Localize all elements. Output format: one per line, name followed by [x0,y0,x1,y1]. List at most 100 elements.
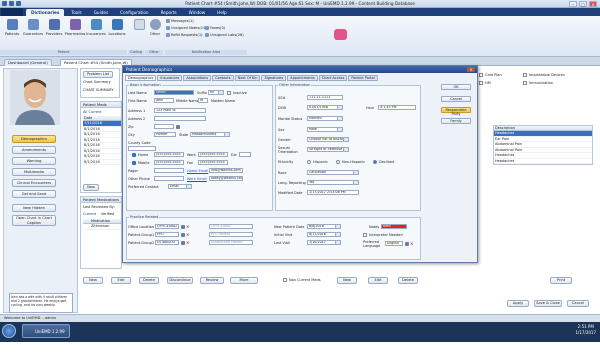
discontinue-button[interactable]: Discontinue [167,277,193,284]
inactive-checkbox[interactable] [227,91,231,95]
marital-status-select[interactable]: Married [307,116,343,121]
multimedia-button[interactable]: Multimedia [12,168,56,176]
tab-configuration[interactable]: Configuration [115,9,153,16]
tab-reports[interactable]: Reports [156,9,182,16]
other-button[interactable]: Other [144,19,166,36]
messages-link[interactable]: Messages(1) [166,19,194,23]
print-button[interactable]: Print [550,277,572,284]
non-current-meds-checkbox[interactable] [283,278,287,282]
other-phone-field[interactable] [154,176,184,181]
faxes-link[interactable]: Faxes(0) [205,26,225,30]
zip-lookup-icon[interactable] [176,125,180,129]
responsible-party-button[interactable]: Responsible Party [441,107,471,116]
preferred-contact-select[interactable]: Email [168,184,192,189]
warning-button[interactable]: Warning [12,157,56,165]
unsigned-notes-link[interactable]: Unsigned Notes(14) [166,26,207,30]
application-menu-button[interactable] [1,8,23,16]
county-code-field[interactable] [128,146,156,151]
tab-help[interactable]: Help [212,9,232,16]
family-button[interactable]: Family [441,118,471,124]
tab-guides[interactable]: Guides [89,9,113,16]
implantable-devices-checkbox[interactable] [523,73,527,77]
new-patient-date-field[interactable]: 6/8/2016 [307,224,341,229]
new-med-button[interactable]: New [83,277,103,284]
amendments-button[interactable]: Amendments [12,146,56,154]
clear-icon[interactable]: × [410,242,414,246]
home-email-field[interactable]: info@waikiks.com [209,168,243,173]
zip-field[interactable] [154,124,174,129]
tab-patient-chart[interactable]: Patient Chart #54 (Smith,John,W) [60,59,132,66]
tab-chart-access[interactable]: Chart Access [318,75,348,81]
cancel-chart-button[interactable]: Cancel [567,300,589,307]
search-icon[interactable] [181,241,185,245]
middle-name-field[interactable]: W [198,98,208,103]
work-phone-field[interactable]: (555)555-5555 [198,152,228,157]
address1-field[interactable]: 123 Plain St [154,108,206,113]
table-row[interactable]: Zithromax [83,224,121,230]
office-location-field[interactable]: OFFICE0002 [155,224,179,229]
tab-insurances[interactable]: Insurances [157,75,183,81]
delete-problem-button[interactable]: Delete [398,277,418,284]
patient-group1-field[interactable]: PPO [155,232,179,237]
insurances-button[interactable]: Insurances [85,19,107,36]
tab-signatures[interactable]: Signatures [261,75,287,81]
locations-button[interactable]: Locations [106,19,128,36]
tab-dictionaries[interactable]: Dictionaries [26,9,65,16]
hispanic-radio[interactable] [307,160,311,164]
declined-radio[interactable] [373,160,377,164]
taskbar-app-item[interactable]: UniEMD 1.2.99 ... [22,324,70,348]
first-name-field[interactable]: John [154,98,174,103]
pager-field[interactable] [154,168,184,173]
tab-dashboard[interactable]: Dashboard (General) [4,59,52,66]
non-hispanic-radio[interactable] [336,160,340,164]
tab-current[interactable]: Current [83,212,96,216]
address2-field[interactable] [154,116,206,121]
last-name-field[interactable]: Smith [154,90,194,95]
tab-patient-portal[interactable]: Patient Portal [348,75,378,81]
delete-med-button[interactable]: Delete [139,277,159,284]
camera-icon[interactable] [334,29,347,40]
save-icon[interactable] [2,1,7,6]
ok-button[interactable]: OK [441,84,471,90]
tab-tools[interactable]: Tools [66,9,86,16]
sex-select[interactable]: Male [307,127,343,132]
preferred-language-field[interactable]: English [385,241,403,246]
search-icon[interactable] [181,225,185,229]
tab-contacts[interactable]: Contacts [212,75,234,81]
providers-button[interactable]: Providers [43,19,65,36]
tab-associations[interactable]: Associations [183,75,212,81]
mobile-phone-field[interactable]: (555)555-5555 [154,160,184,165]
sexual-orientation-select[interactable]: Straight or heterose... [307,147,349,152]
pharmacies-button[interactable]: Pharmacies [64,19,86,36]
care-plan-checkbox[interactable] [479,73,483,77]
clear-icon[interactable]: × [186,241,190,245]
tab-next-of-kin[interactable]: Next Of Kin [234,75,261,81]
clear-icon[interactable]: × [186,233,190,237]
immunization-checkbox[interactable] [523,81,527,85]
notes-alert-field[interactable]: Alert [381,224,407,229]
search-icon[interactable] [181,233,185,237]
undo-icon[interactable] [9,1,14,6]
table-row[interactable]: 8/1/2016 [83,160,121,165]
patients-button[interactable]: Patients [1,19,23,36]
fax-field[interactable]: (555)555-5555 [198,160,228,165]
new-hidden-button[interactable]: New Hidden [12,204,56,212]
close-icon[interactable]: × [467,67,475,72]
city-field[interactable]: Palmer [154,132,176,137]
state-select[interactable]: Massachusetts [190,132,230,137]
dob-field[interactable]: 01/01/1956 [307,105,343,110]
new-visit-button[interactable]: New [83,184,99,191]
clear-icon[interactable]: × [186,225,190,229]
refill-requests-link[interactable]: Refill Requests(1) [166,33,203,37]
close-icon[interactable]: × [589,1,597,7]
search-icon[interactable] [405,242,409,246]
guarantors-button[interactable]: Guarantors [22,19,44,36]
patient-group2-field[interactable]: ESTABDOO [155,240,179,245]
gender-select[interactable]: Choose not to disclose [307,137,349,142]
work-email-field[interactable]: kooky@waikiks.com [209,176,243,181]
suffix-select[interactable]: Mr [208,90,224,95]
tab-appointments[interactable]: Appointments [287,75,318,81]
start-button[interactable] [2,324,16,338]
tab-demographics[interactable]: Demographics [125,75,157,81]
demographics-button[interactable]: Demographics [12,135,56,143]
